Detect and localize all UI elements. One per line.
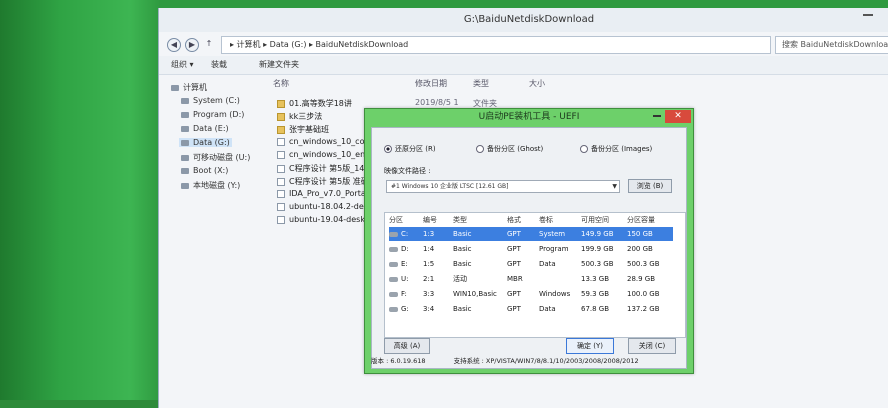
column-header-modified[interactable]: 修改日期 <box>415 78 447 89</box>
table-row[interactable]: F: 3:3 WIN10,Basic GPT Windows 59.3 GB 1… <box>389 287 673 301</box>
folder-icon <box>277 125 285 134</box>
sidebar-item-drive[interactable]: 可移动磁盘 (U:) <box>181 152 250 163</box>
organize-button[interactable]: 组织 ▾ <box>171 59 194 70</box>
column-header: 分区容量 <box>627 216 655 224</box>
column-header: 编号 <box>423 216 437 224</box>
table-row[interactable]: C: 1:3 Basic GPT System 149.9 GB 150 GB <box>389 227 673 241</box>
drive-icon <box>181 97 189 104</box>
minimize-icon[interactable] <box>863 14 873 16</box>
minimize-icon[interactable] <box>653 115 661 117</box>
list-item[interactable]: C程序设计 第5版 准确 <box>277 176 369 187</box>
drive-icon <box>181 167 189 174</box>
list-item[interactable]: ubuntu-19.04-deskto <box>277 215 373 224</box>
radio-icon <box>476 145 484 153</box>
backup-ghost-radio[interactable]: 备份分区 (Ghost) <box>476 144 543 154</box>
drive-icon <box>181 111 189 118</box>
pe-installer-dialog: U启动PE装机工具 - UEFI ✕ 还原分区 (R) 备份分区 (Ghost)… <box>364 108 694 374</box>
folder-icon <box>277 99 285 108</box>
drive-icon <box>181 182 189 189</box>
modified-date: 2019/8/5 1 <box>415 98 459 107</box>
address-input[interactable]: ▸ 计算机 ▸ Data (G:) ▸ BaiduNetdiskDownload <box>221 36 771 54</box>
window-title: G:\BaiduNetdiskDownload <box>463 14 595 25</box>
disk-icon <box>389 246 398 252</box>
list-item[interactable]: cn_windows_10_enter <box>277 150 377 159</box>
advanced-button[interactable]: 高级 (A) <box>384 338 430 354</box>
address-bar-row: ◀ ▶ ↑ ▸ 计算机 ▸ Data (G:) ▸ BaiduNetdiskDo… <box>159 34 888 54</box>
sidebar-item-drive-selected[interactable]: Data (G:) <box>179 138 232 147</box>
file-icon <box>277 202 285 211</box>
list-item[interactable]: kk三步法 <box>277 111 322 122</box>
disk-icon <box>389 261 398 267</box>
close-icon[interactable]: ✕ <box>665 110 691 123</box>
dialog-status-bar: 版本 : 6.0.19.618 支持系统 : XP/VISTA/WIN7/8/8… <box>371 355 685 365</box>
restore-partition-radio[interactable]: 还原分区 (R) <box>384 144 436 154</box>
sidebar-item-drive[interactable]: Program (D:) <box>181 110 244 119</box>
table-row[interactable]: D: 1:4 Basic GPT Program 199.9 GB 200 GB <box>389 242 673 256</box>
explorer-titlebar: G:\BaiduNetdiskDownload <box>159 8 888 32</box>
usb-disk-icon <box>389 276 398 282</box>
version-text: 版本 : 6.0.19.618 <box>371 357 426 365</box>
file-icon <box>277 215 285 224</box>
up-icon[interactable]: ↑ <box>203 38 215 50</box>
column-header: 类型 <box>453 216 467 224</box>
folder-icon <box>277 112 285 121</box>
sidebar-item-drive[interactable]: Data (E:) <box>181 124 229 133</box>
disk-icon <box>389 231 398 237</box>
table-row[interactable]: U: 2:1 活动 MBR 13.3 GB 28.9 GB <box>389 272 673 286</box>
computer-icon <box>171 84 179 91</box>
new-folder-button[interactable]: 新建文件夹 <box>259 59 299 70</box>
dialog-body: 还原分区 (R) 备份分区 (Ghost) 备份分区 (Images) 映像文件… <box>371 127 687 369</box>
list-item[interactable]: 张宇基础班 <box>277 124 329 135</box>
back-icon[interactable]: ◀ <box>167 38 181 52</box>
list-item[interactable]: IDA_Pro_v7.0_Portabl <box>277 189 373 198</box>
dialog-titlebar: U启动PE装机工具 - UEFI ✕ <box>365 109 693 125</box>
sidebar-item-computer[interactable]: 计算机 <box>171 82 207 93</box>
column-header: 格式 <box>507 216 521 224</box>
chevron-down-icon: ▼ <box>612 183 617 190</box>
navigation-pane: 计算机 System (C:) Program (D:) Data (E:) D… <box>159 78 269 408</box>
image-path-label: 映像文件路径 : <box>384 167 431 175</box>
list-item[interactable]: 01.高等数学18讲 <box>277 98 352 109</box>
list-item[interactable]: C程序设计 第5版_144 <box>277 163 370 174</box>
backup-images-radio[interactable]: 备份分区 (Images) <box>580 144 652 154</box>
column-header-type[interactable]: 类型 <box>473 78 489 89</box>
partition-table: 分区 编号 类型 格式 卷标 可用空间 分区容量 C: 1:3 Basic GP… <box>384 212 686 338</box>
table-row[interactable]: G: 3:4 Basic GPT Data 67.8 GB 137.2 GB <box>389 302 673 316</box>
file-icon <box>277 177 285 186</box>
supported-systems-text: 支持系统 : XP/VISTA/WIN7/8/8.1/10/2003/2008/… <box>453 357 639 365</box>
browse-button[interactable]: 浏览 (B) <box>628 179 672 193</box>
ok-button[interactable]: 确定 (Y) <box>566 338 614 354</box>
dialog-title: U启动PE装机工具 - UEFI <box>478 112 580 122</box>
install-button[interactable]: 装载 <box>211 59 227 70</box>
disk-icon <box>389 306 398 312</box>
drive-icon <box>181 125 189 132</box>
list-item[interactable]: ubuntu-18.04.2-deskt <box>277 202 376 211</box>
sidebar-item-drive[interactable]: Boot (X:) <box>181 166 228 175</box>
search-input[interactable]: 搜索 BaiduNetdiskDownload <box>775 36 888 54</box>
file-icon <box>277 189 285 198</box>
file-icon <box>277 150 285 159</box>
sidebar-item-drive[interactable]: System (C:) <box>181 96 240 105</box>
command-toolbar: 组织 ▾ 装载 新建文件夹 <box>159 56 888 75</box>
usb-drive-icon <box>181 154 189 161</box>
radio-selected-icon <box>384 145 392 153</box>
column-header: 卷标 <box>539 216 553 224</box>
column-header: 可用空间 <box>581 216 609 224</box>
column-header-size[interactable]: 大小 <box>529 78 545 89</box>
sidebar-item-drive[interactable]: 本地磁盘 (Y:) <box>181 180 240 191</box>
close-button[interactable]: 关闭 (C) <box>628 338 676 354</box>
forward-icon[interactable]: ▶ <box>185 38 199 52</box>
column-header-name[interactable]: 名称 <box>273 78 289 89</box>
table-row[interactable]: E: 1:5 Basic GPT Data 500.3 GB 500.3 GB <box>389 257 673 271</box>
column-header: 分区 <box>389 216 403 224</box>
image-path-select[interactable]: #1 Windows 10 企业版 LTSC [12.61 GB] ▼ <box>386 180 620 193</box>
list-item[interactable]: cn_windows_10_cons <box>277 137 374 146</box>
disk-icon <box>389 291 398 297</box>
file-icon <box>277 137 285 146</box>
file-icon <box>277 164 285 173</box>
radio-icon <box>580 145 588 153</box>
drive-icon <box>181 139 189 146</box>
